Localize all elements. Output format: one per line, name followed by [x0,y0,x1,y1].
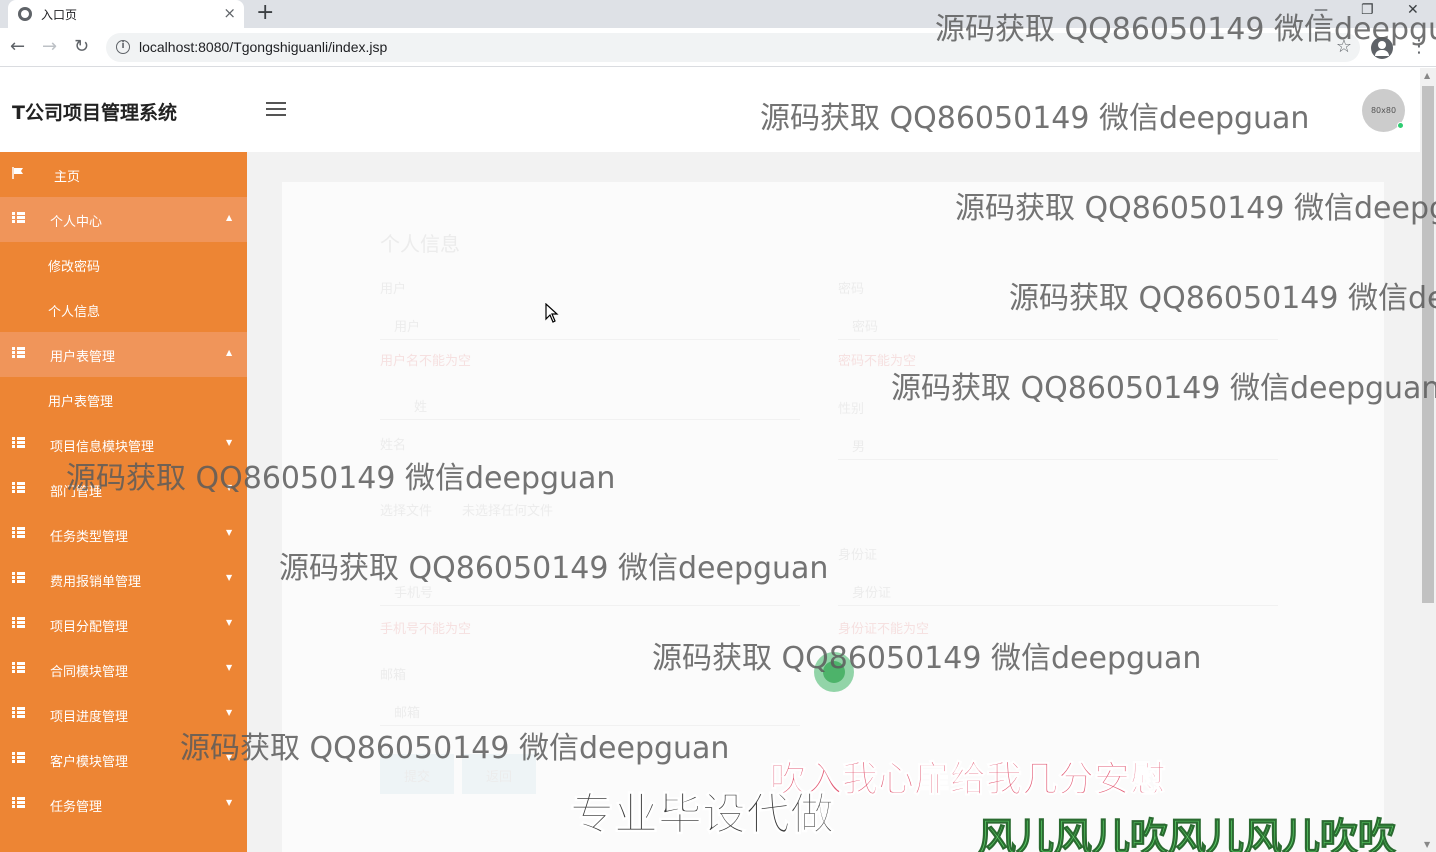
watermark: 源码获取 QQ86050149 微信deepguan [955,191,1436,226]
sidebar-item-personal[interactable]: 个人中心 ▲ [0,197,247,242]
id-input[interactable]: 身份证 [838,574,1278,606]
username-input[interactable]: 用户 [380,308,800,340]
mail-value: 邮箱 [394,706,421,721]
avatar[interactable]: 80x80 [1362,89,1405,132]
mail-label: 邮箱 [380,668,407,683]
sidebar-item-label: 项目进度管理 [50,710,129,725]
sidebar-item-label: 客户模块管理 [50,755,129,770]
sidebar-item[interactable]: 项目分配管理 ▼ [0,602,247,647]
grid-icon [12,617,25,629]
mail-input[interactable]: 邮箱 [380,694,800,726]
sidebar-item-home[interactable]: 主页 [0,152,247,197]
sidebar-subitem-label: 修改密码 [48,260,101,275]
flag-icon [12,167,23,179]
watermark: 源码获取 QQ86050149 微信deepguan [66,461,616,496]
gender-value: 男 [852,440,866,455]
form-title: 个人信息 [380,232,460,256]
file-status: 未选择任何文件 [462,504,554,519]
forward-arrow-icon[interactable]: → [42,35,57,59]
sidebar-item-label: 任务类型管理 [50,530,129,545]
grid-icon [12,347,25,359]
caret-up-icon: ▲ [226,348,233,357]
sidebar-item[interactable]: 任务管理 ▼ [0,782,247,827]
name-label: 姓名 [380,438,407,453]
grid-icon [12,572,25,584]
globe-icon [18,7,32,21]
phone-hint: 手机号不能为空 [380,622,472,637]
scroll-thumb[interactable] [1422,86,1434,603]
watermark: 源码获取 QQ86050149 微信deepguan [652,641,1202,676]
caret-down-icon: ▼ [226,798,233,807]
grid-icon [12,662,25,674]
caret-down-icon: ▼ [226,708,233,717]
tab-title: 入口页 [41,8,78,22]
back-arrow-icon[interactable]: ← [10,35,25,59]
username-label: 用户 [380,282,407,297]
avatar-text: 80x80 [1370,106,1397,115]
grid-icon [12,707,25,719]
browser-tab[interactable]: 入口页 × [8,0,244,28]
mouse-cursor-icon [545,303,559,323]
online-status-icon [1397,122,1404,129]
reload-icon[interactable]: ↻ [74,35,89,59]
app-title: T公司项目管理系统 [12,102,177,124]
id-label: 身份证 [838,548,878,563]
name-value: 姓 [414,400,428,415]
info-icon[interactable]: i [116,40,130,54]
caret-down-icon: ▼ [226,618,233,627]
watermark: 源码获取 QQ86050149 微信deepguan [279,551,829,586]
sidebar-item-label: 用户表管理 [50,350,116,365]
scroll-down-icon[interactable]: ▼ [1424,840,1430,849]
caret-down-icon: ▼ [226,438,233,447]
subtitle-lyric-2: 风儿风儿吹风儿风儿吹吹 [977,815,1397,852]
close-tab-icon[interactable]: × [223,4,236,22]
sidebar-subitem-users[interactable]: 用户表管理 [0,377,247,422]
sidebar-item-label: 任务管理 [50,800,103,815]
file-choose-button[interactable]: 选择文件 [380,500,432,519]
watermark: 源码获取 QQ86050149 微信deepguan [935,12,1436,47]
sidebar-subitem-label: 用户表管理 [48,395,114,410]
sidebar-item-label: 项目分配管理 [50,620,129,635]
sidebar-item[interactable]: 任务类型管理 ▼ [0,512,247,557]
grid-icon [12,752,25,764]
password-value: 密码 [852,320,879,335]
gender-label: 性别 [838,402,865,417]
grid-icon [12,482,25,494]
sidebar-item-label: 费用报销单管理 [50,575,142,590]
username-hint: 用户名不能为空 [380,354,472,369]
gender-select[interactable]: 男 [838,428,1278,460]
sidebar-subitem-profile[interactable]: 个人信息 [0,287,247,332]
new-tab-button[interactable]: + [256,1,274,25]
sidebar-item[interactable]: 费用报销单管理 ▼ [0,557,247,602]
watermark: 源码获取 QQ86050149 微信deepguan [891,371,1436,406]
username-value: 用户 [394,320,421,335]
caret-down-icon: ▼ [226,528,233,537]
grid-icon [12,437,25,449]
caret-down-icon: ▼ [226,663,233,672]
back-label: 返回 [486,770,513,785]
submit-label: 提交 [404,770,431,785]
caret-up-icon: ▲ [226,213,233,222]
watermark: 源码获取 QQ86050149 微信deepguan [760,101,1310,136]
grid-icon [12,527,25,539]
url-text[interactable]: localhost:8080/Tgongshiguanli/index.jsp [139,39,387,55]
sidebar-item[interactable]: 合同模块管理 ▼ [0,647,247,692]
scroll-up-icon[interactable]: ▲ [1424,71,1430,80]
watermark: 源码获取 QQ86050149 微信deepguan [1009,281,1436,316]
id-value: 身份证 [852,586,892,601]
grid-icon [12,212,25,224]
sidebar-subitem-label: 个人信息 [48,305,101,320]
sidebar-item-label: 合同模块管理 [50,665,129,680]
grid-icon [12,797,25,809]
sidebar-subitem-change-password[interactable]: 修改密码 [0,242,247,287]
password-label: 密码 [838,282,865,297]
sidebar-item-users[interactable]: 用户表管理 ▲ [0,332,247,377]
caret-down-icon: ▼ [226,573,233,582]
hamburger-menu-icon[interactable] [266,102,286,116]
name-input[interactable]: 姓 [380,388,800,420]
watermark: 源码获取 QQ86050149 微信deepguan [180,731,730,766]
sidebar-item-label: 个人中心 [50,215,103,230]
subtitle-promo: 专业毕设代做 [570,789,835,841]
sidebar-item-label: 主页 [54,170,81,185]
